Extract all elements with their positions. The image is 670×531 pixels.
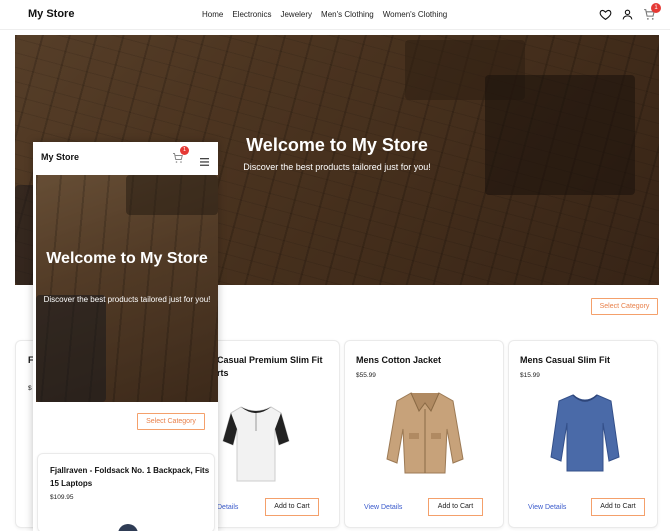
product-image-tshirt[interactable] [221,401,291,486]
mobile-product-card: Fjallraven - Foldsack No. 1 Backpack, Fi… [37,453,215,531]
product-image-jacket[interactable] [383,389,467,477]
product-price: $15.99 [520,372,540,379]
add-to-cart-button[interactable]: Add to Cart [265,498,319,516]
mobile-cart-icon[interactable]: 1 [172,146,189,163]
mobile-product-title[interactable]: Fjallraven - Foldsack No. 1 Backpack, Fi… [50,464,210,490]
mobile-hero-subtitle: Discover the best products tailored just… [43,295,211,304]
view-details-link[interactable]: Details [217,504,238,511]
mobile-cart-count-badge: 1 [180,146,189,155]
product-title[interactable]: Mens Cotton Jacket [356,354,441,367]
mobile-hero-title: Welcome to My Store [46,250,208,267]
product-price: $55.99 [356,372,376,379]
product-card: Mens Casual Slim Fit $15.99 View Details… [508,340,658,528]
product-price: $ [28,385,32,392]
nav-link-mens-clothing[interactable]: Men's Clothing [321,10,374,19]
product-card: Mens Cotton Jacket $55.99 View Details A… [344,340,504,528]
nav-link-electronics[interactable]: Electronics [232,10,271,19]
add-to-cart-button[interactable]: Add to Cart [428,498,483,516]
add-to-cart-button[interactable]: Add to Cart [591,498,645,516]
product-image-shirt[interactable] [549,391,621,473]
nav-link-home[interactable]: Home [202,10,223,19]
product-title[interactable]: Mens Casual Slim Fit [520,354,610,367]
user-icon[interactable] [621,8,634,21]
mobile-product-image[interactable] [118,524,138,531]
nav-link-jewelery[interactable]: Jewelery [280,10,312,19]
mobile-navbar: My Store 1 [33,142,218,172]
brand-logo[interactable]: My Store [28,8,74,20]
product-title-line1[interactable]: Casual Premium Slim Fit [217,354,323,367]
mobile-brand-logo[interactable]: My Store [41,152,79,162]
mobile-preview: My Store 1 Welcome to My Store Discover … [33,142,218,531]
nav-link-womens-clothing[interactable]: Women's Clothing [383,10,448,19]
navbar: My Store Home Electronics Jewelery Men's… [0,0,670,30]
mobile-hero-overlay [36,175,218,402]
product-title-line2[interactable]: rts [217,367,229,380]
view-details-link[interactable]: View Details [364,504,402,511]
mobile-select-category-dropdown[interactable]: Select Category [137,413,205,430]
cart-count-badge: 1 [651,3,661,13]
view-details-link[interactable]: View Details [528,504,566,511]
nav-icons: 1 [599,3,661,21]
heart-icon[interactable] [599,8,612,21]
mobile-hero-banner: Welcome to My Store Discover the best pr… [36,175,218,402]
select-category-dropdown[interactable]: Select Category [591,298,658,315]
mobile-product-price: $109.95 [50,494,74,501]
hamburger-menu-icon[interactable] [200,153,209,166]
cart-icon[interactable]: 1 [643,3,661,21]
nav-links: Home Electronics Jewelery Men's Clothing… [202,10,456,19]
